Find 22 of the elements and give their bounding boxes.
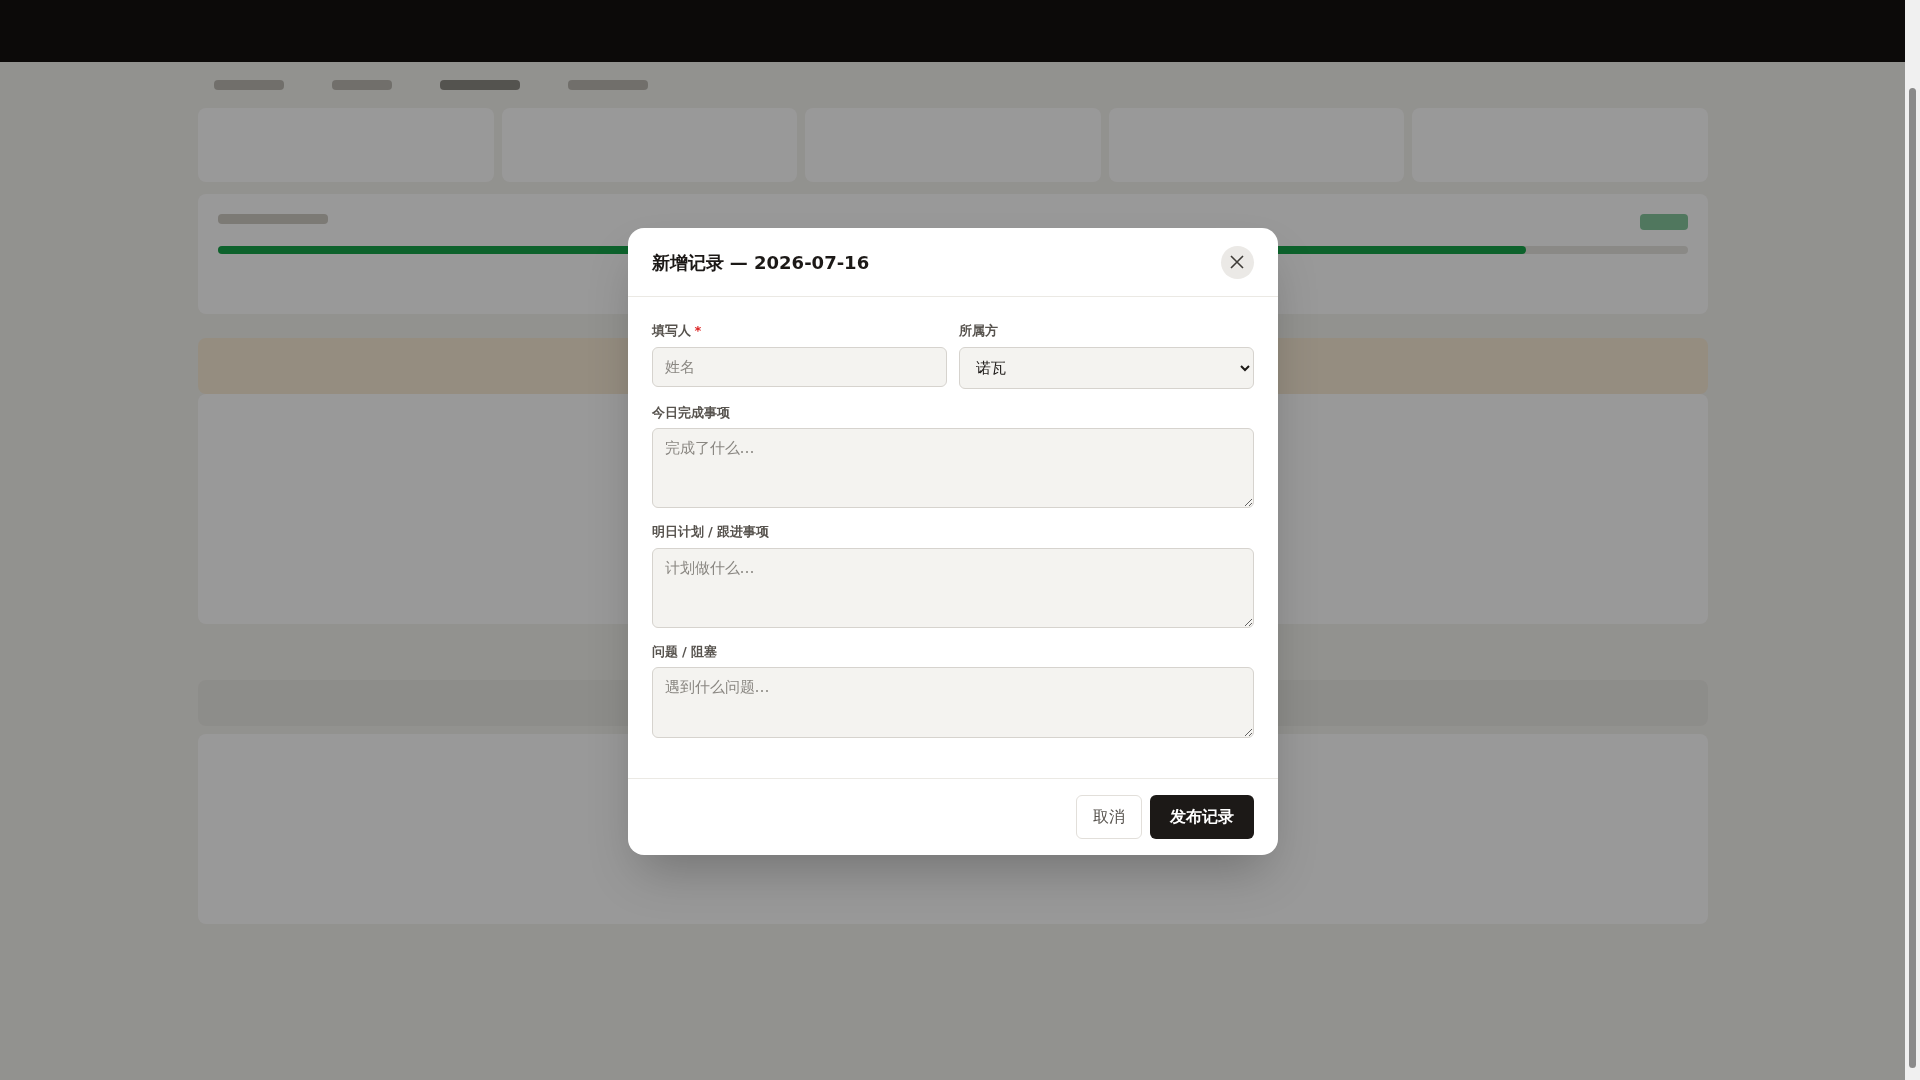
cancel-button[interactable]: 取消 <box>1075 795 1142 839</box>
percent-placeholder <box>1640 214 1688 230</box>
close-button[interactable] <box>1220 245 1254 279</box>
tab-placeholder[interactable] <box>568 80 648 90</box>
required-mark: * <box>694 322 702 340</box>
text-area-field[interactable]: 遇到什么问题… <box>651 667 1254 738</box>
publish-button[interactable]: 发布记录 <box>1149 795 1254 839</box>
tab-placeholder[interactable] <box>214 80 284 90</box>
party-select[interactable]: 诺瓦 <box>958 346 1254 389</box>
name-field[interactable]: 姓名 <box>651 346 947 387</box>
text-area-field[interactable]: 计划做什么… <box>651 547 1254 628</box>
field-label: 所属方 <box>958 322 998 340</box>
field-label: 填写人 <box>651 322 691 340</box>
dialog-title: 新增记录 — 2026-07-16 <box>651 250 870 275</box>
field-label: 明日计划 / 跟进事项 <box>651 523 770 541</box>
close-icon <box>1230 255 1244 269</box>
text-area-field[interactable]: 完成了什么… <box>651 428 1254 508</box>
field-label: 今日完成事项 <box>651 403 730 422</box>
tab-placeholder[interactable] <box>332 80 392 90</box>
scrollbar[interactable] <box>1905 0 1920 1080</box>
tab-placeholder[interactable] <box>440 80 520 90</box>
field-label: 问题 / 阻塞 <box>651 642 718 661</box>
